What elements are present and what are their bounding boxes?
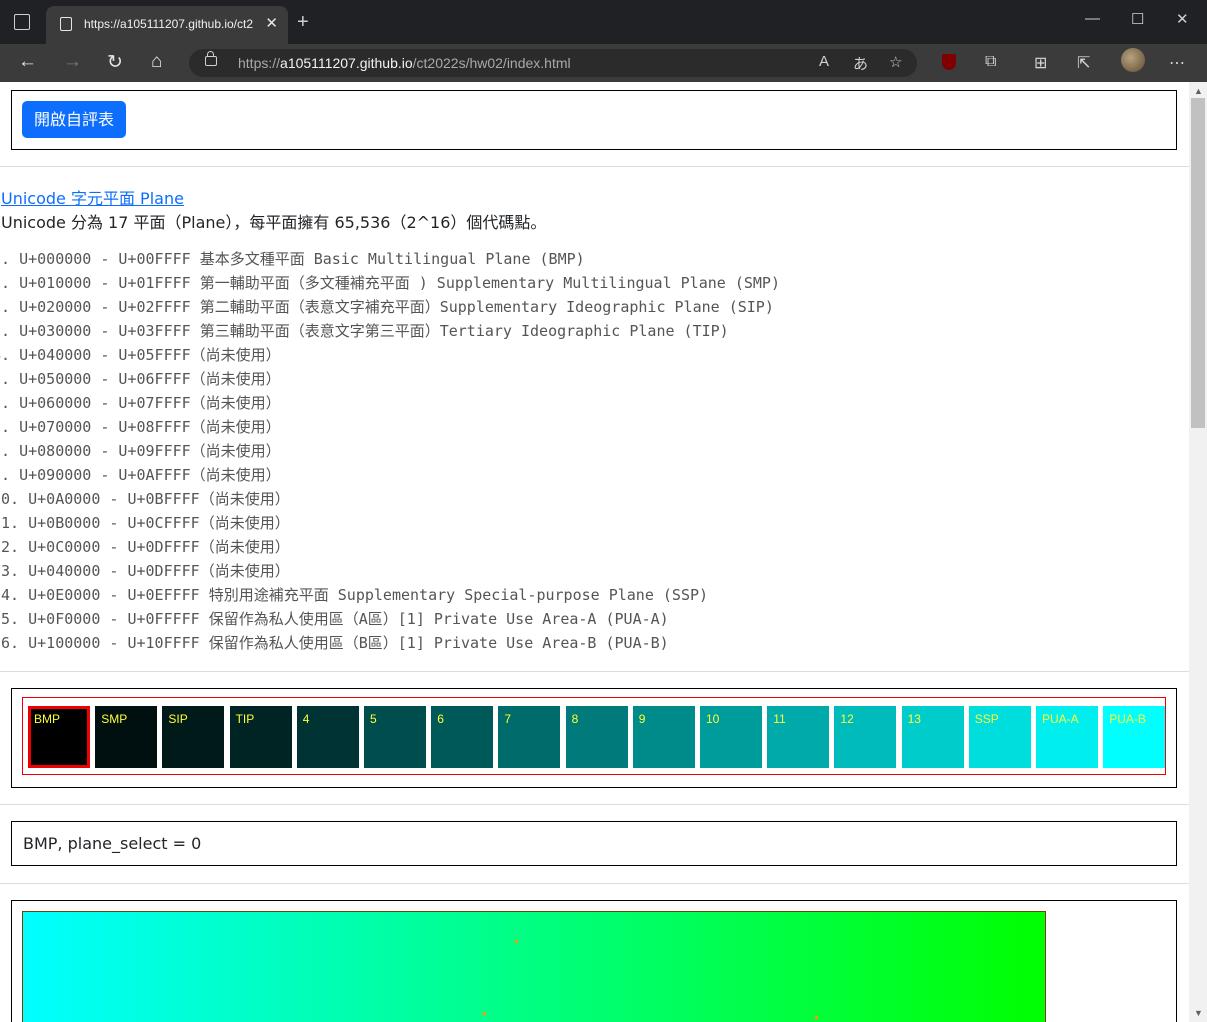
plane-list-item: 11. U+0B0000 - U+0CFFFF（尚未使用） [0, 514, 290, 532]
scrollbar-thumb[interactable] [1191, 98, 1205, 428]
close-window-icon[interactable]: ✕ [1176, 10, 1189, 28]
plane-swatch-8[interactable]: 8 [565, 706, 628, 768]
plane-list-item: 10. U+0A0000 - U+0BFFFF（尚未使用） [0, 490, 290, 508]
plane-status-text: BMP, plane_select = 0 [23, 834, 202, 853]
page-favicon-icon [60, 17, 72, 31]
extensions-icon[interactable]: ⧉ [985, 53, 996, 71]
plane-swatch-7[interactable]: 7 [498, 706, 561, 768]
plane-list-item: 13. U+040000 - U+0DFFFF（尚未使用） [0, 562, 290, 580]
plane-list-item: 7. U+070000 - U+08FFFF（尚未使用） [0, 418, 281, 436]
url-field[interactable]: https://a105111207.github.io/ct2022s/hw0… [189, 49, 917, 77]
favorite-add-icon[interactable]: ☆ [889, 53, 902, 71]
plane-swatch-5[interactable]: 5 [364, 706, 426, 768]
profile-avatar[interactable] [1121, 48, 1145, 72]
intro-text: Unicode 分為 17 平面（Plane），每平面擁有 65,536（2^1… [1, 213, 547, 232]
plane-list-item: 0. U+000000 - U+00FFFF 基本多文種平面 Basic Mul… [0, 250, 585, 268]
self-eval-panel: 開啟自評表 [11, 90, 1177, 150]
plane-swatch-tip[interactable]: TIP [229, 706, 292, 768]
marker-dot [483, 1012, 486, 1015]
plane-swatch-smp[interactable]: SMP [95, 706, 158, 768]
plane-swatch-bmp[interactable]: BMP [28, 706, 90, 768]
plane-swatch-9[interactable]: 9 [632, 706, 695, 768]
page-content: 開啟自評表 Unicode 字元平面 Plane Unicode 分為 17 平… [0, 82, 1189, 1022]
plane-list-item: 1. U+010000 - U+01FFFF 第一輔助平面（多文種補充平面 ) … [0, 274, 780, 292]
plane-list-item: 5. U+050000 - U+06FFFF（尚未使用） [0, 370, 281, 388]
url-text: https://a105111207.github.io/ct2022s/hw0… [238, 55, 571, 71]
divider [0, 804, 1189, 805]
divider [0, 671, 1189, 672]
translate-icon[interactable]: あ [853, 53, 868, 74]
plane-list-item: 9. U+090000 - U+0AFFFF（尚未使用） [0, 466, 281, 484]
refresh-icon[interactable]: ↻ [107, 51, 123, 74]
plane-swatch-pua-a[interactable]: PUA-A [1036, 706, 1098, 768]
page-scrollbar[interactable]: ▲ ▼ [1189, 82, 1207, 1022]
plane-list-item: 3. U+030000 - U+03FFFF 第三輔助平面（表意文字第三平面）T… [0, 322, 729, 340]
browser-tab[interactable]: https://a105111207.github.io/ct2 ✕ [46, 6, 288, 44]
plane-swatch-4[interactable]: 4 [296, 706, 359, 768]
plane-canvas[interactable] [22, 911, 1046, 1022]
plane-swatch-pua-b[interactable]: PUA-B [1103, 706, 1166, 768]
new-tab-icon[interactable]: + [297, 11, 309, 34]
marker-dot [515, 940, 518, 943]
read-aloud-icon[interactable]: A [819, 53, 829, 70]
ublock-extension-icon[interactable] [942, 54, 956, 70]
open-self-eval-button[interactable]: 開啟自評表 [22, 101, 127, 138]
plane-swatch-11[interactable]: 11 [767, 706, 830, 768]
plane-swatch-ssp[interactable]: SSP [968, 706, 1031, 768]
plane-swatch-row: BMP SMP SIP TIP 4 5 6 7 8 9 10 11 12 13 SSP PUA-A PUA-B [22, 697, 1166, 775]
plane-swatch-10[interactable]: 10 [700, 706, 762, 768]
share-icon[interactable]: ⇱ [1077, 53, 1090, 73]
home-icon[interactable]: ⌂ [151, 51, 162, 73]
plane-list-item: 16. U+100000 - U+10FFFF 保留作為私人使用區（B區）[1]… [0, 634, 669, 652]
planes-list: 0. U+000000 - U+00FFFF 基本多文種平面 Basic Mul… [0, 247, 780, 655]
plane-swatch-12[interactable]: 12 [834, 706, 897, 768]
plane-swatch-sip[interactable]: SIP [162, 706, 225, 768]
scroll-up-icon[interactable]: ▲ [1194, 86, 1203, 96]
close-tab-icon[interactable]: ✕ [265, 14, 278, 32]
forward-icon[interactable]: → [63, 51, 82, 73]
divider [0, 166, 1189, 167]
plane-list-item: 6. U+060000 - U+07FFFF（尚未使用） [0, 394, 281, 412]
plane-swatch-6[interactable]: 6 [431, 706, 494, 768]
unicode-plane-link[interactable]: Unicode 字元平面 Plane [1, 185, 184, 209]
marker-dot [815, 1016, 818, 1019]
divider [0, 883, 1189, 884]
lock-icon [205, 51, 217, 66]
scroll-down-icon[interactable]: ▼ [1194, 1008, 1203, 1018]
tab-title: https://a105111207.github.io/ct2 [84, 17, 254, 31]
address-bar-row: ← → ↻ ⌂ https://a105111207.github.io/ct2… [0, 44, 1207, 82]
plane-list-item: 2. U+020000 - U+02FFFF 第二輔助平面（表意文字補充平面）S… [0, 298, 774, 316]
canvas-panel [11, 900, 1177, 1022]
browser-tab-bar: https://a105111207.github.io/ct2 ✕ + — ☐… [0, 0, 1207, 44]
plane-selector-panel: BMP SMP SIP TIP 4 5 6 7 8 9 10 11 12 13 SSP PUA-A PUA-B [11, 688, 1177, 788]
status-panel: BMP, plane_select = 0 [11, 821, 1177, 866]
minimize-icon[interactable]: — [1085, 10, 1100, 27]
back-icon[interactable]: ← [18, 51, 37, 73]
tab-actions-icon[interactable] [14, 14, 30, 30]
collections-icon[interactable]: ⊞ [1034, 53, 1047, 73]
plane-swatch-13[interactable]: 13 [901, 706, 964, 768]
plane-list-item: 14. U+0E0000 - U+0EFFFF 特別用途補充平面 Supplem… [0, 586, 709, 604]
plane-list-item: 8. U+080000 - U+09FFFF（尚未使用） [0, 442, 281, 460]
plane-list-item: 12. U+0C0000 - U+0DFFFF（尚未使用） [0, 538, 290, 556]
maximize-icon[interactable]: ☐ [1131, 10, 1144, 28]
settings-more-icon[interactable]: ⋯ [1169, 53, 1185, 73]
plane-list-item: 15. U+0F0000 - U+0FFFFF 保留作為私人使用區（A區）[1]… [0, 610, 669, 628]
plane-list-item: 4. U+040000 - U+05FFFF（尚未使用） [0, 346, 281, 364]
